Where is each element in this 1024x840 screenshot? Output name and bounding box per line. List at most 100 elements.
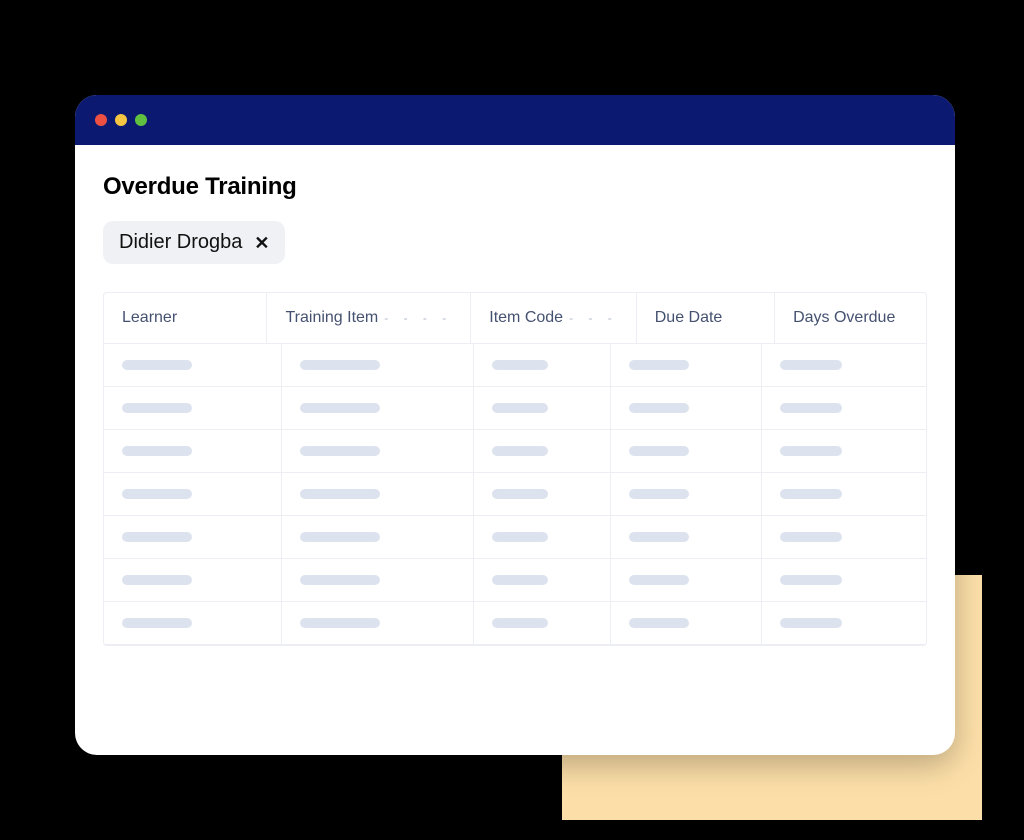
skeleton-placeholder — [492, 575, 548, 585]
table-cell — [611, 473, 762, 516]
skeleton-placeholder — [629, 403, 689, 413]
skeleton-placeholder — [492, 532, 548, 542]
table-cell — [282, 344, 474, 387]
col-header-label: Item Code — [489, 309, 563, 327]
skeleton-placeholder — [122, 403, 192, 413]
skeleton-placeholder — [780, 489, 842, 499]
filter-chip-label: Didier Drogba — [119, 231, 242, 254]
table-cell — [762, 430, 926, 473]
skeleton-placeholder — [122, 575, 192, 585]
skeleton-placeholder — [780, 618, 842, 628]
table-cell — [474, 516, 611, 559]
table-cell — [762, 473, 926, 516]
window-close-dot[interactable] — [95, 114, 107, 126]
window-minimize-dot[interactable] — [115, 114, 127, 126]
table-cell — [762, 602, 926, 645]
skeleton-placeholder — [629, 618, 689, 628]
table-cell — [104, 516, 282, 559]
table-cell — [611, 387, 762, 430]
col-header-label: Training Item — [285, 309, 378, 327]
skeleton-placeholder — [629, 532, 689, 542]
table-cell — [762, 344, 926, 387]
table-cell — [282, 559, 474, 602]
table-row[interactable] — [104, 430, 926, 473]
table-row[interactable] — [104, 344, 926, 387]
skeleton-placeholder — [492, 489, 548, 499]
table-body — [104, 344, 926, 645]
table-row[interactable] — [104, 516, 926, 559]
table-cell — [611, 559, 762, 602]
table-header-row: Learner Training Item - - - - Item Code … — [104, 293, 926, 344]
col-header-item-code[interactable]: Item Code - - - — [471, 293, 636, 344]
table-cell — [474, 430, 611, 473]
skeleton-placeholder — [122, 618, 192, 628]
table-cell — [762, 387, 926, 430]
skeleton-placeholder — [300, 403, 380, 413]
window-titlebar — [75, 95, 955, 145]
skeleton-placeholder — [122, 446, 192, 456]
skeleton-placeholder — [780, 360, 842, 370]
table-cell — [611, 516, 762, 559]
skeleton-placeholder — [629, 446, 689, 456]
skeleton-placeholder — [780, 532, 842, 542]
col-header-days-overdue[interactable]: Days Overdue — [775, 293, 926, 344]
col-header-label: Learner — [122, 309, 177, 327]
col-header-label: Days Overdue — [793, 309, 895, 327]
col-header-due-date[interactable]: Due Date — [637, 293, 775, 344]
window-content: Overdue Training Didier Drogba ✕ Learner… — [75, 145, 955, 646]
app-window: Overdue Training Didier Drogba ✕ Learner… — [75, 95, 955, 755]
table-cell — [611, 430, 762, 473]
skeleton-placeholder — [300, 360, 380, 370]
col-header-label: Due Date — [655, 309, 723, 327]
table-cell — [104, 387, 282, 430]
table-row[interactable] — [104, 473, 926, 516]
table-cell — [474, 344, 611, 387]
filter-chip-remove-icon[interactable]: ✕ — [254, 234, 269, 252]
table-cell — [282, 430, 474, 473]
table-cell — [762, 516, 926, 559]
table-cell — [104, 602, 282, 645]
table-cell — [104, 473, 282, 516]
table-row[interactable] — [104, 387, 926, 430]
filter-chip[interactable]: Didier Drogba ✕ — [103, 221, 285, 264]
col-header-learner[interactable]: Learner — [104, 293, 267, 344]
table-cell — [474, 602, 611, 645]
table-cell — [282, 516, 474, 559]
col-header-training-item[interactable]: Training Item - - - - — [267, 293, 471, 344]
skeleton-placeholder — [122, 360, 192, 370]
col-header-sort-icon: - - - - — [384, 311, 452, 325]
table-cell — [104, 559, 282, 602]
skeleton-placeholder — [629, 489, 689, 499]
table-cell — [762, 559, 926, 602]
table-cell — [474, 387, 611, 430]
table-cell — [282, 387, 474, 430]
skeleton-placeholder — [492, 403, 548, 413]
table-cell — [104, 430, 282, 473]
skeleton-placeholder — [780, 446, 842, 456]
skeleton-placeholder — [629, 575, 689, 585]
skeleton-placeholder — [780, 403, 842, 413]
filter-chip-row: Didier Drogba ✕ — [103, 221, 927, 264]
table-cell — [474, 473, 611, 516]
skeleton-placeholder — [492, 360, 548, 370]
table-cell — [611, 344, 762, 387]
skeleton-placeholder — [300, 618, 380, 628]
skeleton-placeholder — [300, 575, 380, 585]
skeleton-placeholder — [300, 532, 380, 542]
table-cell — [282, 602, 474, 645]
window-zoom-dot[interactable] — [135, 114, 147, 126]
table-cell — [104, 344, 282, 387]
skeleton-placeholder — [492, 618, 548, 628]
overdue-training-table: Learner Training Item - - - - Item Code … — [103, 292, 927, 646]
table-cell — [474, 559, 611, 602]
skeleton-placeholder — [300, 446, 380, 456]
skeleton-placeholder — [780, 575, 842, 585]
table-row[interactable] — [104, 559, 926, 602]
table-row[interactable] — [104, 602, 926, 645]
skeleton-placeholder — [122, 532, 192, 542]
skeleton-placeholder — [492, 446, 548, 456]
col-header-sort-icon: - - - — [569, 311, 618, 325]
page-title: Overdue Training — [103, 173, 927, 201]
skeleton-placeholder — [629, 360, 689, 370]
table-cell — [611, 602, 762, 645]
